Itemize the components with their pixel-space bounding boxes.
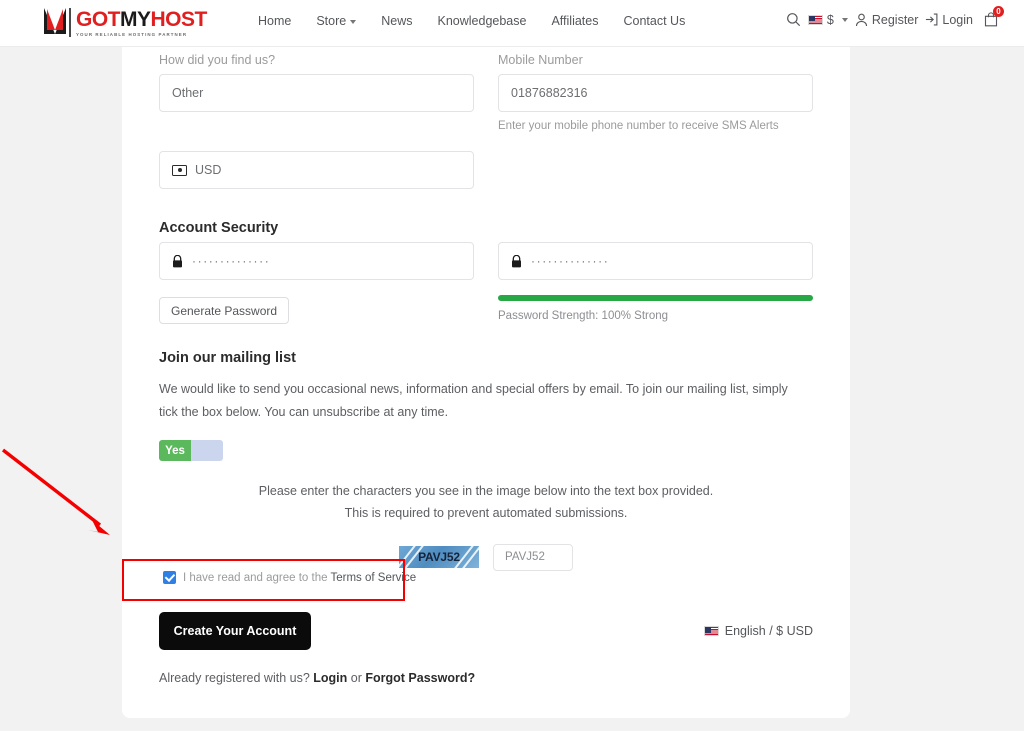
captcha-instructions: Please enter the characters you see in t… [159, 481, 813, 525]
find-us-select[interactable]: Other [159, 74, 474, 112]
logo-text-host: HOST [150, 8, 208, 31]
main-navigation: Home Store News Knowledgebase Affiliates… [258, 14, 685, 28]
mailing-list-toggle-label: Yes [159, 440, 191, 462]
logo-text-got: GOT [76, 8, 121, 31]
password-field-group: ·············· Generate Password [159, 242, 474, 324]
login-arrow-icon [925, 13, 938, 26]
footer-separator: or [350, 671, 362, 685]
find-us-label: How did you find us? [159, 53, 276, 67]
mobile-number-value: 01876882316 [511, 86, 588, 100]
already-registered-prefix: Already registered with us? [159, 671, 310, 685]
password-strength-bar [498, 295, 813, 301]
captcha-image: PAVJ52 [399, 546, 479, 569]
signup-card: How did you find us? Other Mobile Number… [122, 47, 850, 718]
mailing-list-description: We would like to send you occasional new… [159, 382, 788, 420]
terms-text: I have read and agree to the Terms of Se… [183, 572, 416, 584]
user-icon [855, 13, 868, 27]
captcha-input-value: PAVJ52 [505, 551, 545, 564]
terms-of-service-row: I have read and agree to the Terms of Se… [163, 571, 416, 584]
captcha-instruction-line-1: Please enter the characters you see in t… [258, 484, 714, 498]
nav-item-contact-us[interactable]: Contact Us [623, 14, 685, 28]
lock-icon [511, 254, 522, 268]
mailing-list-heading: Join our mailing list [159, 350, 296, 366]
language-currency-picker[interactable]: English / $ USD [703, 624, 813, 638]
site-logo[interactable]: GOTMYHOST YOUR RELIABLE HOSTING PARTNER [44, 8, 208, 38]
password-strength-text: Password Strength: 100% Strong [498, 310, 669, 322]
already-registered-line: Already registered with us? Login or For… [159, 671, 475, 685]
forgot-password-link[interactable]: Forgot Password? [365, 671, 475, 685]
login-link[interactable]: Login [925, 13, 973, 27]
chevron-down-icon [350, 19, 357, 24]
account-security-heading: Account Security [159, 220, 279, 236]
create-account-button[interactable]: Create Your Account [159, 612, 311, 650]
captcha-instruction-line-2: This is required to prevent automated su… [344, 505, 628, 520]
login-link-footer[interactable]: Login [313, 671, 347, 685]
logo-v-mark-icon [44, 8, 66, 34]
mobile-field-group: Mobile Number 01876882316 Enter your mob… [498, 53, 813, 132]
cart-count-badge: 0 [993, 6, 1004, 17]
mobile-number-input[interactable]: 01876882316 [498, 74, 813, 112]
currency-field[interactable]: USD [159, 151, 474, 189]
nav-item-home[interactable]: Home [258, 14, 291, 28]
terms-of-service-link[interactable]: Terms of Service [331, 572, 417, 584]
nav-item-store-label: Store [316, 14, 347, 28]
confirm-password-masked-value: ·············· [531, 254, 610, 268]
nav-item-store[interactable]: Store [316, 14, 357, 28]
language-currency-label: English / $ USD [724, 624, 813, 638]
confirm-password-input[interactable]: ·············· [498, 242, 813, 280]
terms-prefix: I have read and agree to the [183, 571, 328, 584]
nav-item-news[interactable]: News [381, 14, 412, 28]
captcha-input[interactable]: PAVJ52 [493, 543, 573, 571]
generate-password-button[interactable]: Generate Password [159, 297, 290, 324]
find-us-value: Other [172, 86, 204, 100]
confirm-password-field-group: ·············· Password Strength: 100% S… [498, 242, 813, 324]
banknote-icon [172, 164, 187, 176]
site-header: GOTMYHOST YOUR RELIABLE HOSTING PARTNER … [0, 0, 1024, 47]
terms-checkbox[interactable] [163, 571, 176, 584]
register-label: Register [871, 12, 919, 27]
us-flag-icon [807, 14, 823, 25]
find-us-field-group: How did you find us? Other [159, 53, 474, 132]
password-input[interactable]: ·············· [159, 242, 474, 280]
chevron-down-icon [841, 17, 848, 22]
user-navigation: $ Register Login 0 [786, 6, 1004, 27]
currency-symbol: $ [826, 12, 834, 27]
cart-button[interactable]: 0 [984, 6, 1004, 27]
nav-item-affiliates[interactable]: Affiliates [551, 14, 598, 28]
logo-text-my: MY [120, 8, 151, 31]
captcha-image-text: PAVJ52 [418, 550, 460, 565]
currency-selector[interactable]: $ [807, 12, 848, 27]
register-link[interactable]: Register [855, 12, 919, 27]
nav-item-knowledgebase[interactable]: Knowledgebase [438, 14, 527, 28]
mobile-number-label: Mobile Number [498, 53, 583, 67]
logo-tagline: YOUR RELIABLE HOSTING PARTNER [76, 32, 188, 37]
login-label: Login [942, 12, 973, 27]
currency-field-value: USD [195, 163, 222, 177]
password-masked-value: ·············· [192, 254, 271, 268]
annotation-arrow-icon [1, 448, 110, 535]
search-icon[interactable] [786, 12, 801, 27]
mobile-number-help: Enter your mobile phone number to receiv… [498, 120, 779, 132]
mailing-list-toggle[interactable]: Yes [159, 440, 223, 462]
us-flag-icon [703, 626, 719, 636]
lock-icon [172, 254, 183, 268]
